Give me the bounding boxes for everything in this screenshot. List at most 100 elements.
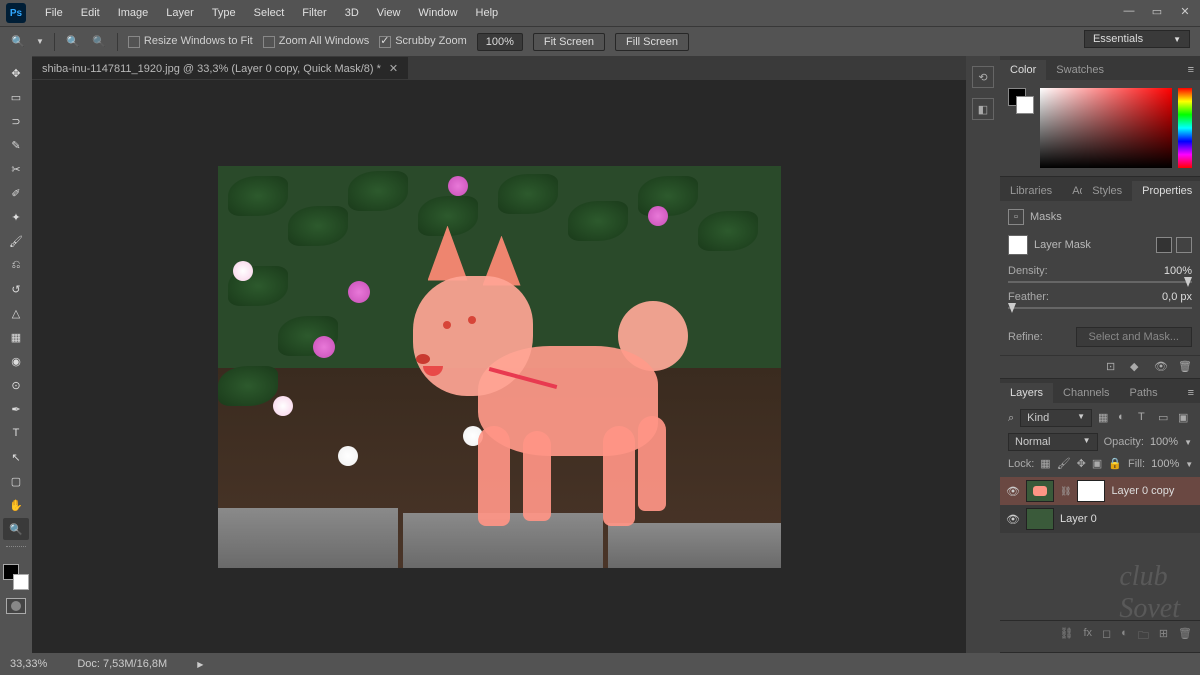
document-tab[interactable]: shiba-inu-1147811_1920.jpg @ 33,3% (Laye…	[32, 57, 408, 79]
minimize-button[interactable]: —	[1122, 4, 1136, 18]
scrubby-zoom-checkbox[interactable]: Scrubby Zoom	[379, 35, 467, 47]
history-panel-icon[interactable]: ⟲	[972, 66, 994, 88]
load-selection-icon[interactable]: ⊡	[1106, 360, 1120, 374]
canvas[interactable]: /*flowers placeholders*/	[218, 166, 781, 568]
marquee-tool[interactable]: ▭	[3, 86, 29, 108]
blur-tool[interactable]: ◉	[3, 350, 29, 372]
close-button[interactable]: ✕	[1178, 4, 1192, 18]
panel-menu-icon[interactable]: ≡	[1182, 383, 1200, 403]
filter-pixel-icon[interactable]: ▦	[1098, 411, 1112, 425]
tab-libraries[interactable]: Libraries	[1000, 181, 1062, 201]
menu-edit[interactable]: Edit	[72, 7, 109, 19]
menu-select[interactable]: Select	[245, 7, 294, 19]
clone-stamp-tool[interactable]: ⎌	[3, 254, 29, 276]
menu-layer[interactable]: Layer	[157, 7, 203, 19]
tab-paths[interactable]: Paths	[1120, 383, 1168, 403]
eyedropper-tool[interactable]: ✐	[3, 182, 29, 204]
workspace-switcher[interactable]: Essentials▼	[1084, 30, 1190, 48]
new-group-icon[interactable]: 🗀	[1138, 627, 1149, 646]
brush-tool[interactable]: 🖌	[3, 230, 29, 252]
filter-adjust-icon[interactable]: ◐	[1118, 411, 1132, 425]
lasso-tool[interactable]: ⊃	[3, 110, 29, 132]
density-slider[interactable]	[1008, 281, 1192, 283]
lock-artboard-icon[interactable]: ▣	[1092, 457, 1102, 471]
apply-mask-icon[interactable]: ◆	[1130, 360, 1144, 374]
tool-preset-dropdown-icon[interactable]: ▼	[36, 37, 44, 46]
hue-slider[interactable]	[1178, 88, 1192, 168]
crop-tool[interactable]: ✂	[3, 158, 29, 180]
layer-mask-thumb[interactable]	[1008, 235, 1028, 255]
close-tab-icon[interactable]: ✕	[389, 62, 398, 75]
fit-screen-button[interactable]: Fit Screen	[533, 33, 605, 51]
layer-style-icon[interactable]: fx	[1083, 627, 1092, 646]
layer-mask-thumbnail[interactable]	[1077, 480, 1105, 502]
resize-windows-checkbox[interactable]: Resize Windows to Fit	[128, 35, 253, 47]
delete-layer-icon[interactable]: 🗑	[1178, 627, 1192, 646]
3d-panel-icon[interactable]: ◧	[972, 98, 994, 120]
zoom-value-field[interactable]: 100%	[477, 33, 523, 51]
lock-transparency-icon[interactable]: ▦	[1040, 457, 1050, 471]
menu-file[interactable]: File	[36, 7, 72, 19]
new-layer-icon[interactable]: ⊞	[1159, 627, 1168, 646]
mask-link-icon[interactable]: ⛓	[1060, 486, 1071, 497]
panel-menu-icon[interactable]: ≡	[1182, 60, 1200, 80]
pen-tool[interactable]: ✒	[3, 398, 29, 420]
quick-mask-toggle[interactable]	[6, 598, 26, 614]
menu-help[interactable]: Help	[467, 7, 508, 19]
quick-select-tool[interactable]: ✎	[3, 134, 29, 156]
tab-channels[interactable]: Channels	[1053, 383, 1119, 403]
tab-color[interactable]: Color	[1000, 60, 1046, 80]
menu-type[interactable]: Type	[203, 7, 245, 19]
select-and-mask-button[interactable]: Select and Mask...	[1076, 327, 1193, 347]
lock-all-icon[interactable]: 🔒	[1108, 457, 1122, 471]
pixel-mask-icon[interactable]	[1156, 237, 1172, 253]
visibility-toggle-icon[interactable]: 👁	[1006, 513, 1020, 526]
menu-3d[interactable]: 3D	[336, 7, 368, 19]
fill-value[interactable]: 100%	[1151, 458, 1179, 470]
zoom-status[interactable]: 33,33%	[10, 658, 47, 670]
tab-layers[interactable]: Layers	[1000, 383, 1053, 403]
link-layers-icon[interactable]: ⛓	[1059, 627, 1073, 646]
tab-swatches[interactable]: Swatches	[1046, 60, 1114, 80]
move-tool[interactable]: ✥	[3, 62, 29, 84]
eraser-tool[interactable]: △	[3, 302, 29, 324]
doc-info-status[interactable]: Doc: 7,53M/16,8M	[77, 658, 167, 670]
tab-properties[interactable]: Properties	[1132, 181, 1200, 201]
spot-heal-tool[interactable]: ✦	[3, 206, 29, 228]
add-mask-icon[interactable]: ◻	[1102, 627, 1111, 646]
hand-tool[interactable]: ✋	[3, 494, 29, 516]
disable-mask-icon[interactable]: 👁	[1154, 360, 1168, 374]
maximize-button[interactable]: ▭	[1150, 4, 1164, 18]
menu-filter[interactable]: Filter	[293, 7, 335, 19]
new-fill-icon[interactable]: ◐	[1121, 627, 1128, 646]
filter-type-icon[interactable]: T	[1138, 411, 1152, 425]
layer-thumbnail[interactable]	[1026, 508, 1054, 530]
opacity-value[interactable]: 100%	[1150, 436, 1178, 448]
feather-slider[interactable]	[1008, 307, 1192, 309]
lock-pixels-icon[interactable]: 🖌	[1057, 457, 1071, 471]
menu-window[interactable]: Window	[409, 7, 466, 19]
zoom-in-icon[interactable]: 🔍	[65, 34, 81, 50]
layer-thumbnail[interactable]	[1026, 480, 1054, 502]
tab-styles[interactable]: Styles	[1082, 181, 1132, 201]
tab-adjustments[interactable]: Adjustments	[1062, 181, 1082, 201]
rectangle-tool[interactable]: ▢	[3, 470, 29, 492]
path-select-tool[interactable]: ↖	[3, 446, 29, 468]
lock-position-icon[interactable]: ✥	[1077, 457, 1086, 471]
layer-row[interactable]: 👁 Layer 0	[1000, 505, 1200, 533]
zoom-all-checkbox[interactable]: Zoom All Windows	[263, 35, 369, 47]
foreground-background-colors[interactable]	[3, 564, 29, 590]
menu-image[interactable]: Image	[109, 7, 158, 19]
blend-mode-dropdown[interactable]: Normal▼	[1008, 433, 1098, 451]
zoom-tool[interactable]: 🔍	[3, 518, 29, 540]
filter-kind-dropdown[interactable]: Kind▼	[1020, 409, 1092, 427]
history-brush-tool[interactable]: ↺	[3, 278, 29, 300]
dodge-tool[interactable]: ⊙	[3, 374, 29, 396]
filter-shape-icon[interactable]: ▭	[1158, 411, 1172, 425]
filter-type-icon[interactable]: ⌕	[1008, 412, 1014, 425]
vector-mask-icon[interactable]	[1176, 237, 1192, 253]
menu-view[interactable]: View	[368, 7, 410, 19]
type-tool[interactable]: T	[3, 422, 29, 444]
color-field[interactable]	[1040, 88, 1172, 168]
delete-mask-icon[interactable]: 🗑	[1178, 360, 1192, 374]
